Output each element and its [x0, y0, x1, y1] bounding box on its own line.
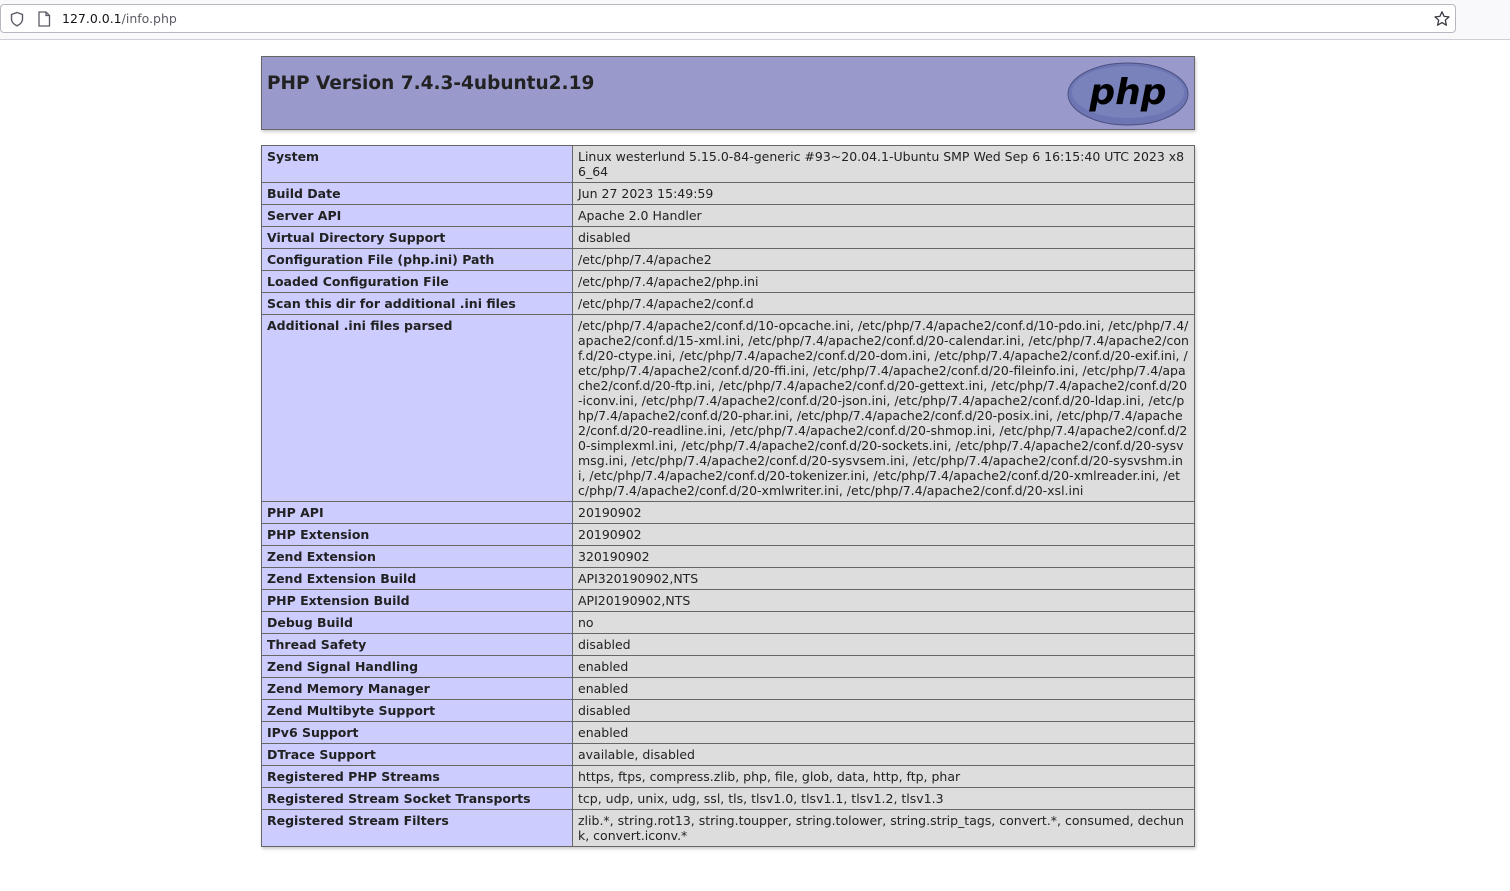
table-row: Debug Build no — [261, 611, 1195, 634]
phpinfo-container: PHP Version 7.4.3-4ubuntu2.19 php System… — [261, 56, 1195, 847]
table-row: PHP Extension 20190902 — [261, 523, 1195, 546]
row-value: Jun 27 2023 15:49:59 — [572, 182, 1195, 205]
table-row: IPv6 Support enabled — [261, 721, 1195, 744]
url-host: 127.0.0.1 — [62, 11, 122, 26]
row-value: API20190902,NTS — [572, 589, 1195, 612]
bookmark-star-icon[interactable] — [1433, 10, 1451, 28]
table-row: Build Date Jun 27 2023 15:49:59 — [261, 182, 1195, 205]
row-value: enabled — [572, 721, 1195, 744]
row-key: Registered Stream Socket Transports — [261, 787, 573, 810]
table-row: PHP Extension Build API20190902,NTS — [261, 589, 1195, 612]
row-key: Additional .ini files parsed — [261, 314, 573, 502]
table-row: Zend Memory Manager enabled — [261, 677, 1195, 700]
table-row: Scan this dir for additional .ini files /… — [261, 292, 1195, 315]
table-row: Registered PHP Streams https, ftps, compr… — [261, 765, 1195, 788]
row-value: disabled — [572, 633, 1195, 656]
address-bar[interactable]: 127.0.0.1/info.php — [0, 4, 1456, 33]
browser-toolbar: 127.0.0.1/info.php — [0, 0, 1510, 40]
version-header: PHP Version 7.4.3-4ubuntu2.19 php — [261, 56, 1195, 130]
row-key: PHP Extension — [261, 523, 573, 546]
table-row: Loaded Configuration File/etc/php/7.4/ap… — [261, 270, 1195, 293]
row-key: PHP Extension Build — [261, 589, 573, 612]
row-value: tcp, udp, unix, udg, ssl, tls, tlsv1.0, … — [572, 787, 1195, 810]
row-value: 320190902 — [572, 545, 1195, 568]
row-value: /etc/php/7.4/apache2 — [572, 248, 1195, 271]
row-key: Build Date — [261, 182, 573, 205]
row-value: enabled — [572, 655, 1195, 678]
row-value: zlib.*, string.rot13, string.toupper, st… — [572, 809, 1195, 847]
row-value: 20190902 — [572, 501, 1195, 524]
row-value: disabled — [572, 699, 1195, 722]
row-value: 20190902 — [572, 523, 1195, 546]
row-key: Zend Signal Handling — [261, 655, 573, 678]
table-row: Additional .ini files parsed/etc/php/7.4… — [261, 314, 1195, 502]
row-key: Virtual Directory Support — [261, 226, 573, 249]
row-key: Zend Extension Build — [261, 567, 573, 590]
row-key: Thread Safety — [261, 633, 573, 656]
table-row: Configuration File (php.ini) Path/etc/ph… — [261, 248, 1195, 271]
row-key: DTrace Support — [261, 743, 573, 766]
info-table: System Linux westerlund 5.15.0-84-generic… — [261, 145, 1195, 847]
page-icon[interactable] — [37, 11, 51, 27]
row-key: Zend Memory Manager — [261, 677, 573, 700]
php-logo[interactable]: php — [1067, 62, 1189, 126]
row-key: Zend Multibyte Support — [261, 699, 573, 722]
row-key: Scan this dir for additional .ini files — [261, 292, 573, 315]
url-text[interactable]: 127.0.0.1/info.php — [62, 11, 177, 27]
table-row: Zend Multibyte Support disabled — [261, 699, 1195, 722]
table-row: Zend Signal Handling enabled — [261, 655, 1195, 678]
row-key: Registered Stream Filters — [261, 809, 573, 847]
table-row: Zend Extension Build API320190902,NTS — [261, 567, 1195, 590]
row-value: /etc/php/7.4/apache2/conf.d/10-opcache.i… — [572, 314, 1195, 502]
table-row: Registered Stream Socket Transports tcp, … — [261, 787, 1195, 810]
row-value: no — [572, 611, 1195, 634]
table-row: System Linux westerlund 5.15.0-84-generic… — [261, 145, 1195, 183]
table-row: DTrace Support available, disabled — [261, 743, 1195, 766]
row-value: disabled — [572, 226, 1195, 249]
row-key: IPv6 Support — [261, 721, 573, 744]
page-title: PHP Version 7.4.3-4ubuntu2.19 — [267, 73, 595, 94]
row-value: Apache 2.0 Handler — [572, 204, 1195, 227]
row-key: System — [261, 145, 573, 183]
row-value: Linux westerlund 5.15.0-84-generic #93~2… — [572, 145, 1195, 183]
row-value: https, ftps, compress.zlib, php, file, g… — [572, 765, 1195, 788]
table-row: Virtual Directory Support disabled — [261, 226, 1195, 249]
row-key: PHP API — [261, 501, 573, 524]
row-key: Debug Build — [261, 611, 573, 634]
row-key: Registered PHP Streams — [261, 765, 573, 788]
row-key: Zend Extension — [261, 545, 573, 568]
row-key: Loaded Configuration File — [261, 270, 573, 293]
url-path: /info.php — [121, 11, 177, 26]
table-row: Server API Apache 2.0 Handler — [261, 204, 1195, 227]
table-row: Registered Stream Filters zlib.*, string.… — [261, 809, 1195, 847]
php-logo-text: php — [1088, 72, 1166, 113]
table-row: PHP API 20190902 — [261, 501, 1195, 524]
row-value: /etc/php/7.4/apache2/conf.d — [572, 292, 1195, 315]
row-value: enabled — [572, 677, 1195, 700]
shield-icon[interactable] — [9, 11, 25, 27]
row-key: Server API — [261, 204, 573, 227]
row-value: /etc/php/7.4/apache2/php.ini — [572, 270, 1195, 293]
row-value: available, disabled — [572, 743, 1195, 766]
row-value: API320190902,NTS — [572, 567, 1195, 590]
table-row: Zend Extension 320190902 — [261, 545, 1195, 568]
row-key: Configuration File (php.ini) Path — [261, 248, 573, 271]
table-row: Thread Safety disabled — [261, 633, 1195, 656]
